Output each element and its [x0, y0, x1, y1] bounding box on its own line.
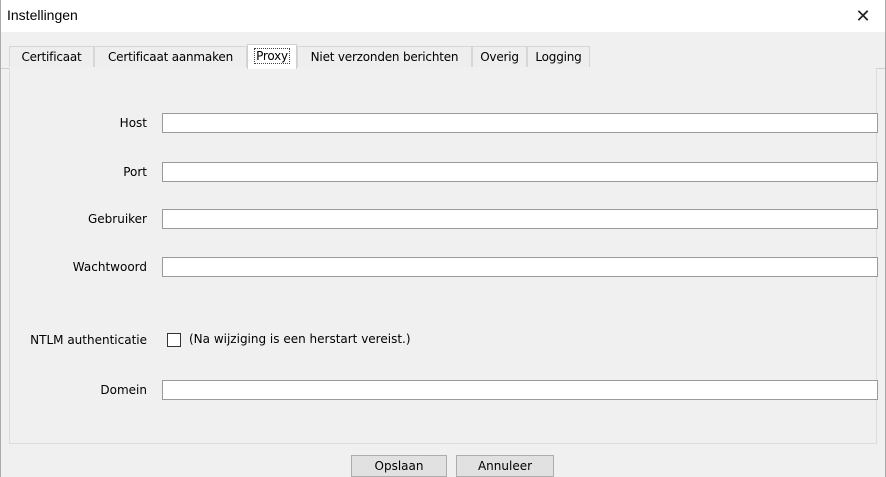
port-label: Port [123, 165, 147, 179]
tab-certificaat[interactable]: Certificaat [9, 46, 94, 67]
ntlm-label: NTLM authenticatie [30, 333, 147, 347]
tab-logging[interactable]: Logging [527, 46, 590, 67]
tab-certificaat-aanmaken[interactable]: Certificaat aanmaken [94, 46, 247, 67]
user-label: Gebruiker [87, 212, 147, 226]
window-title: Instellingen [7, 7, 78, 23]
settings-window: Instellingen ✕ Certificaat Certificaat a… [0, 0, 886, 477]
domain-input[interactable] [162, 380, 878, 400]
password-input[interactable] [162, 257, 878, 277]
save-button[interactable]: Opslaan [351, 455, 447, 477]
host-input[interactable] [162, 113, 878, 133]
password-label: Wachtwoord [72, 260, 147, 274]
cancel-button[interactable]: Annuleer [456, 455, 554, 477]
user-input[interactable] [162, 209, 878, 229]
port-input[interactable] [162, 162, 878, 182]
tab-overig[interactable]: Overig [472, 46, 527, 67]
ntlm-checkbox[interactable] [167, 333, 181, 347]
title-bar: Instellingen ✕ [1, 0, 885, 32]
tab-niet-verzonden-berichten[interactable]: Niet verzonden berichten [297, 46, 472, 67]
ntlm-note: (Na wijziging is een herstart vereist.) [189, 332, 411, 346]
close-icon[interactable]: ✕ [841, 0, 885, 32]
host-label: Host [119, 116, 147, 130]
domain-label: Domein [100, 383, 147, 397]
tab-bar: Certificaat Certificaat aanmaken Proxy N… [1, 44, 885, 69]
tab-proxy-label: Proxy [254, 48, 290, 64]
tab-proxy[interactable]: Proxy [247, 44, 297, 69]
